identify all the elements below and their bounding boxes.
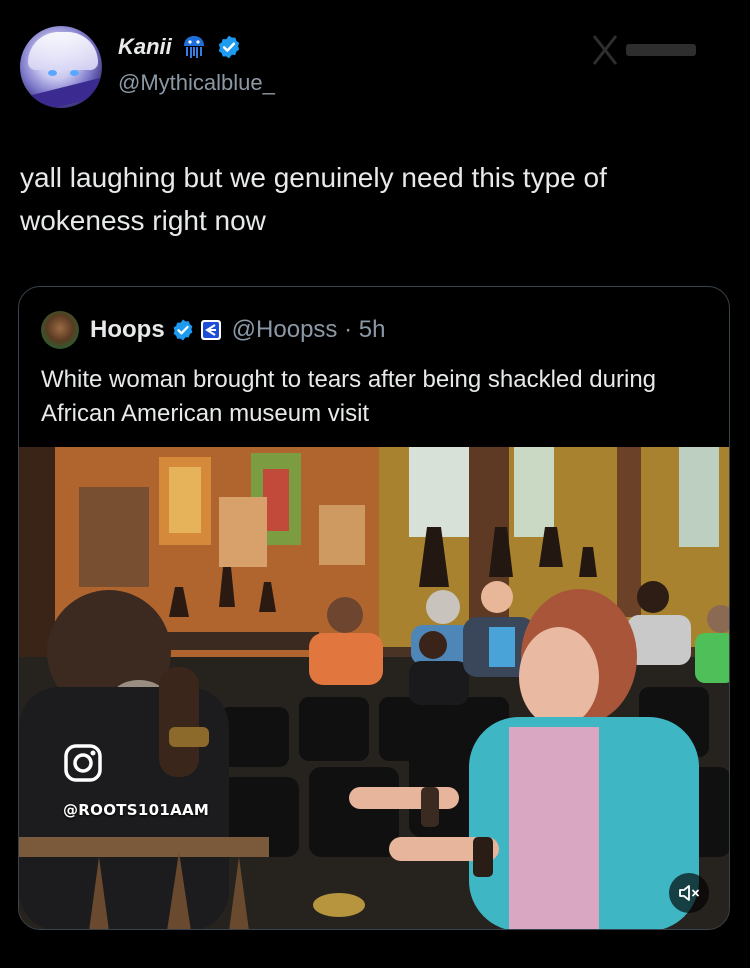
verified-badge-icon: [173, 319, 193, 341]
quoted-author-handle[interactable]: @Hoopss · 5h: [232, 316, 386, 344]
jellyfish-icon: [183, 36, 204, 58]
x-logo-watermark-icon: [592, 35, 696, 65]
verified-badge-icon: [218, 35, 239, 59]
quoted-handle-text: @Hoopss: [231, 316, 338, 343]
video-frame: [19, 447, 729, 929]
video-player[interactable]: @ROOTS101AAM: [19, 447, 729, 929]
author-avatar[interactable]: [20, 26, 102, 108]
quoted-tweet-text: White woman brought to tears after being…: [41, 366, 657, 427]
quoted-timestamp: 5h: [358, 316, 386, 343]
instagram-icon: [64, 744, 102, 782]
tweet-text: yall laughing but we genuinely need this…: [20, 162, 607, 236]
mute-toggle-button[interactable]: [669, 873, 709, 913]
meta-separator: ·: [344, 316, 353, 343]
quoted-tweet-header: Hoops @Hoopss · 5h: [41, 311, 385, 349]
quoted-author-name[interactable]: Hoops: [90, 316, 165, 344]
author-name[interactable]: Kanii: [118, 34, 172, 60]
affiliate-badge-icon: [200, 320, 221, 340]
author-handle[interactable]: @Mythicalblue_: [118, 70, 275, 96]
speaker-muted-icon: [679, 885, 699, 901]
quoted-tweet-card[interactable]: Hoops @Hoopss · 5h White woman brought t…: [18, 286, 730, 930]
instagram-watermark-handle: @ROOTS101AAM: [63, 801, 210, 819]
quoted-author-avatar[interactable]: [41, 311, 79, 349]
author-name-row: Kanii: [118, 34, 242, 60]
